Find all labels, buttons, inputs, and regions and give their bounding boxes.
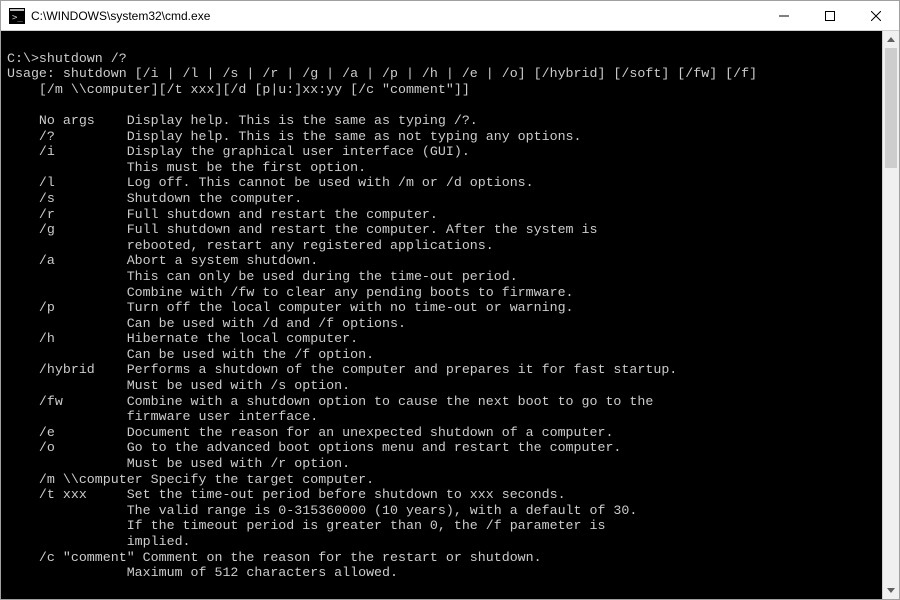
console-blank-line: [7, 35, 876, 51]
console-prompt-line: C:\>shutdown /?: [7, 51, 876, 67]
console-option-line: /? Display help. This is the same as not…: [7, 129, 876, 145]
cmd-window: >_ C:\WINDOWS\system32\cmd.exe C:\>shutd…: [0, 0, 900, 600]
svg-text:>_: >_: [12, 13, 23, 23]
minimize-button[interactable]: [761, 1, 807, 30]
console-option-line: /r Full shutdown and restart the compute…: [7, 207, 876, 223]
console-option-line: /c "comment" Comment on the reason for t…: [7, 550, 876, 566]
console-option-line: No args Display help. This is the same a…: [7, 113, 876, 129]
console-option-line: /hybrid Performs a shutdown of the compu…: [7, 362, 876, 378]
console-option-line: Maximum of 512 characters allowed.: [7, 565, 876, 581]
scroll-up-arrow[interactable]: [883, 31, 899, 48]
console-option-line: /e Document the reason for an unexpected…: [7, 425, 876, 441]
window-title: C:\WINDOWS\system32\cmd.exe: [31, 9, 761, 23]
console-output[interactable]: C:\>shutdown /?Usage: shutdown [/i | /l …: [1, 31, 882, 599]
scrollbar-track[interactable]: [883, 48, 899, 582]
console-option-line: implied.: [7, 534, 876, 550]
console-option-line: /t xxx Set the time-out period before sh…: [7, 487, 876, 503]
cmd-icon: >_: [9, 8, 25, 24]
console-option-line: /a Abort a system shutdown.: [7, 253, 876, 269]
window-controls: [761, 1, 899, 30]
console-option-line: If the timeout period is greater than 0,…: [7, 518, 876, 534]
console-blank-line: [7, 97, 876, 113]
console-option-line: /fw Combine with a shutdown option to ca…: [7, 394, 876, 410]
console-option-line: /p Turn off the local computer with no t…: [7, 300, 876, 316]
console-option-line: Can be used with /d and /f options.: [7, 316, 876, 332]
console-option-line: rebooted, restart any registered applica…: [7, 238, 876, 254]
console-option-line: This must be the first option.: [7, 160, 876, 176]
console-usage-line: Usage: shutdown [/i | /l | /s | /r | /g …: [7, 66, 876, 82]
console-option-line: /o Go to the advanced boot options menu …: [7, 440, 876, 456]
console-option-line: Combine with /fw to clear any pending bo…: [7, 285, 876, 301]
scroll-down-arrow[interactable]: [883, 582, 899, 599]
console-usage-line: [/m \\computer][/t xxx][/d [p|u:]xx:yy […: [7, 82, 876, 98]
console-area: C:\>shutdown /?Usage: shutdown [/i | /l …: [1, 31, 899, 599]
console-option-line: /i Display the graphical user interface …: [7, 144, 876, 160]
console-option-line: Can be used with the /f option.: [7, 347, 876, 363]
maximize-button[interactable]: [807, 1, 853, 30]
console-option-line: Must be used with /r option.: [7, 456, 876, 472]
console-option-line: /m \\computer Specify the target compute…: [7, 472, 876, 488]
console-option-line: This can only be used during the time-ou…: [7, 269, 876, 285]
console-option-line: /l Log off. This cannot be used with /m …: [7, 175, 876, 191]
console-option-line: firmware user interface.: [7, 409, 876, 425]
titlebar[interactable]: >_ C:\WINDOWS\system32\cmd.exe: [1, 1, 899, 31]
console-option-line: /g Full shutdown and restart the compute…: [7, 222, 876, 238]
console-option-line: The valid range is 0-315360000 (10 years…: [7, 503, 876, 519]
vertical-scrollbar[interactable]: [882, 31, 899, 599]
console-option-line: /s Shutdown the computer.: [7, 191, 876, 207]
close-button[interactable]: [853, 1, 899, 30]
console-option-line: /h Hibernate the local computer.: [7, 331, 876, 347]
scrollbar-thumb[interactable]: [885, 48, 897, 168]
console-option-line: Must be used with /s option.: [7, 378, 876, 394]
